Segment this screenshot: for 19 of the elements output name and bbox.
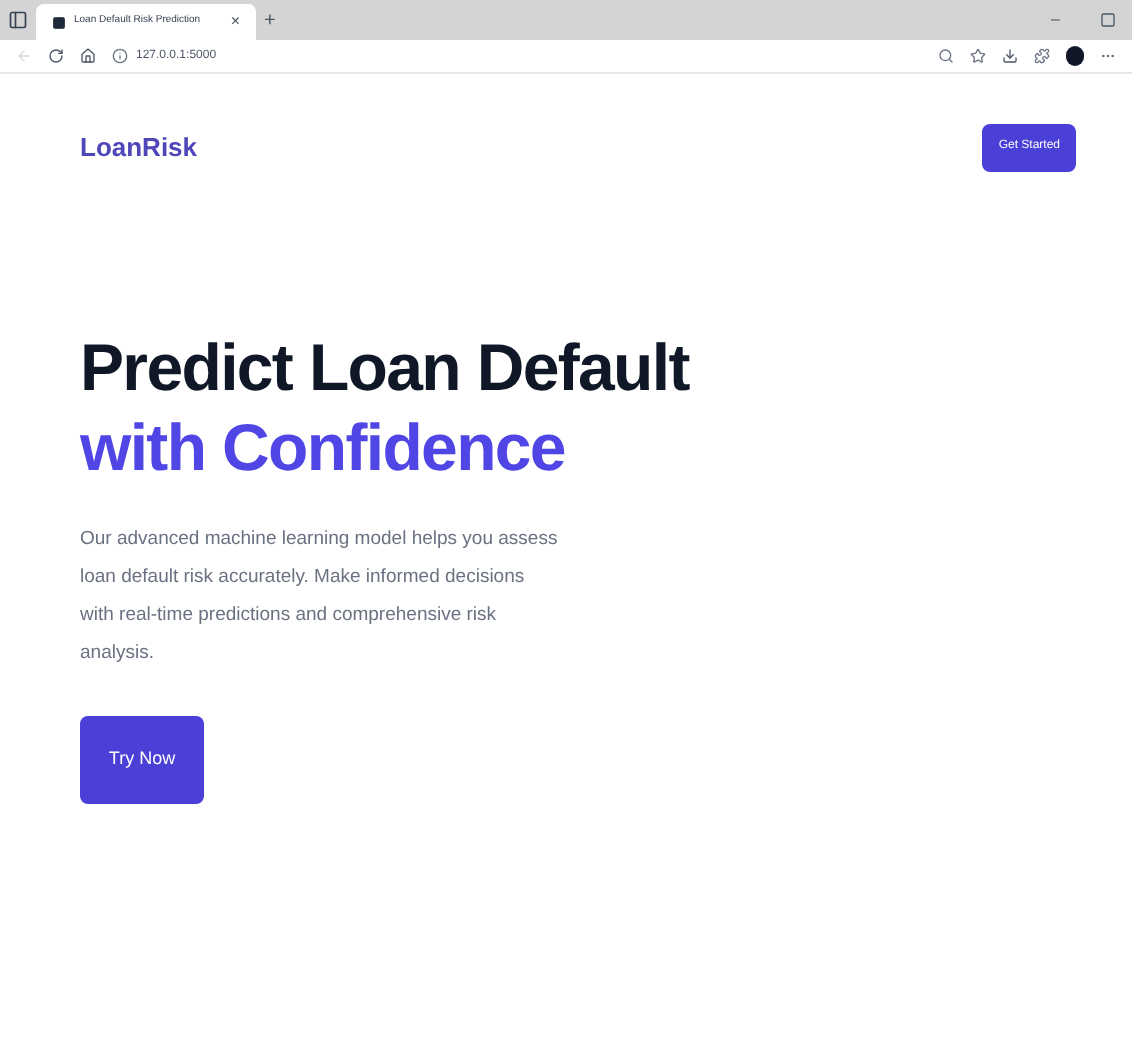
puzzle-icon[interactable] (1034, 48, 1050, 64)
try-now-button[interactable]: Try Now (80, 716, 204, 804)
hero-subtitle: with Confidence (80, 408, 567, 488)
search-icon[interactable] (938, 48, 954, 64)
home-icon[interactable] (80, 48, 96, 64)
reload-icon[interactable] (48, 48, 64, 64)
profile-avatar[interactable] (1066, 46, 1084, 66)
maximize-icon[interactable] (1100, 12, 1116, 28)
logo[interactable]: LoanRisk (80, 127, 198, 167)
sidebar-icon[interactable] (8, 10, 28, 30)
tab-close[interactable]: × (230, 10, 240, 34)
download-icon[interactable] (1002, 48, 1018, 64)
info-icon[interactable] (112, 48, 128, 64)
minimize-button[interactable]: – (1051, 8, 1060, 32)
new-tab-button[interactable]: + (264, 5, 276, 35)
hero-title: Predict Loan Default (80, 328, 692, 408)
page-icon (52, 15, 66, 29)
hero-description: Our advanced machine learning model helps you assess loan default risk accurately. Make informed decisions with real-time predictions and comprehensive risk analysis. (80, 526, 560, 668)
star-icon[interactable] (970, 48, 986, 64)
